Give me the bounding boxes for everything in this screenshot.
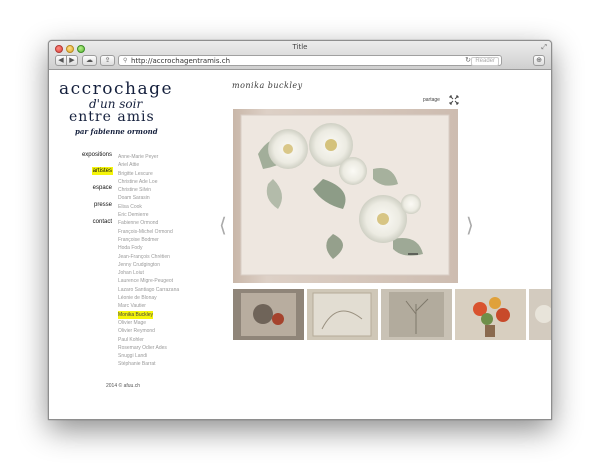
artist-list-item[interactable]: Johan Loiut (117, 269, 180, 277)
artist-name: François-Michel Ormond (118, 228, 173, 235)
thumbnail-1[interactable] (233, 289, 304, 340)
reader-button[interactable]: Reader (471, 57, 499, 66)
artist-list-item[interactable]: Brigitte Lescure (117, 170, 180, 178)
artist-name: Monika Buckley (118, 310, 154, 319)
main-painting-image[interactable] (233, 109, 458, 283)
forward-button[interactable]: ▶ (66, 55, 78, 66)
artist-name: Rosemary Odier Ades (118, 344, 167, 351)
artist-name: Fabienne Ormond (118, 220, 159, 227)
menu-item-expositions[interactable]: expositions (81, 151, 113, 159)
menu-item-espace[interactable]: espace (92, 184, 113, 192)
artist-list-item[interactable]: Christine Silvin (117, 186, 180, 194)
artist-list-item[interactable]: Snuggi Landi (117, 352, 180, 360)
previous-arrow-icon[interactable]: ⟨ (219, 215, 227, 235)
artist-list-item[interactable]: Françoise Bodmer (117, 236, 180, 244)
artist-list-item[interactable]: Olivier Mage (117, 319, 180, 327)
artist-name: Hoda Fody (118, 245, 143, 252)
thumbnail-2[interactable] (307, 289, 378, 340)
web-page: accrochage d'un soir entre amis par fabi… (49, 71, 552, 419)
thumbnail-5[interactable] (529, 289, 552, 340)
artist-list-item[interactable]: Hoda Fody (117, 244, 180, 252)
url-text[interactable]: http://accrochagentramis.ch (131, 57, 230, 65)
artist-name: Anne-Marie Peyer (118, 154, 159, 160)
artist-name: Elisa Cook (118, 203, 142, 210)
artist-list: Anne-Marie Peyer Ariel Attie Brigitte Lesc… (117, 153, 180, 369)
artist-list-item[interactable]: Doam Sarasin (117, 194, 180, 202)
artist-name: Léonie de Blonay (118, 295, 157, 302)
window-title: Title (292, 43, 308, 51)
artist-name: Olivier Mage (118, 319, 147, 326)
artist-list-item[interactable]: Anne-Marie Peyer (117, 153, 180, 161)
fullscreen-icon[interactable]: ⤢ (541, 44, 547, 52)
artist-name: Paul Kohler (118, 336, 144, 343)
footer-copyright: 2014 © afuu.ch (106, 383, 140, 389)
artist-name: Doam Sarasin (118, 195, 150, 202)
artist-name: Lazaro Santiago Carrazana (118, 286, 180, 293)
menu-item-contact[interactable]: contact (92, 218, 113, 226)
artist-list-item[interactable]: Paul Kohler (117, 336, 180, 344)
artist-name: Jean-François Chrétien (118, 253, 170, 260)
artist-list-item[interactable]: Lazaro Santiago Carrazana (117, 286, 180, 294)
logo-line-1: accrochage (59, 79, 174, 99)
artist-list-item[interactable]: Jean-François Chrétien (117, 253, 180, 261)
artist-name: Jenny Crudgington (118, 261, 160, 268)
artist-list-item[interactable]: Olivier Reymond (117, 327, 180, 335)
thumbnail-3[interactable] (381, 289, 452, 340)
next-arrow-icon[interactable]: ⟩ (466, 215, 474, 235)
artist-title: monika buckley (232, 81, 303, 90)
artist-list-item[interactable]: Fabienne Ormond (117, 219, 180, 227)
artist-name: Françoise Bodmer (118, 236, 159, 243)
artist-list-item[interactable]: Jenny Crudgington (117, 261, 180, 269)
logo-line-3: entre amis (69, 109, 155, 125)
artist-list-item[interactable]: Rosemary Odier Ades (117, 344, 180, 352)
share-label[interactable]: partage (423, 97, 440, 103)
menu-item-artistes[interactable]: artistes (91, 167, 113, 175)
title-bar: Title ⤢ ◀ ▶ ☁ ⇪ ⚲ http://accrochagentram… (49, 41, 551, 70)
artist-list-item[interactable]: Léonie de Blonay (117, 294, 180, 302)
artist-list-item[interactable]: Marc Vautier (117, 302, 180, 310)
downloads-button[interactable]: ⊕ (533, 55, 545, 66)
artist-name: Johan Loiut (118, 270, 144, 277)
artist-name: Christine Ade Loe (118, 178, 158, 185)
logo-subtitle: par fabienne ormond (75, 127, 158, 136)
menu-item-presse[interactable]: presse (93, 201, 113, 209)
artist-name: Olivier Reymond (118, 328, 155, 335)
artist-list-item[interactable]: Stéphanie Barrat (117, 360, 180, 368)
thumbnail-4[interactable] (455, 289, 526, 340)
artist-name: Marc Vautier (118, 303, 146, 310)
artist-name: Stéphanie Barrat (118, 361, 156, 368)
icloud-tabs-button[interactable]: ☁ (82, 55, 97, 66)
expand-icon[interactable] (449, 95, 459, 105)
share-button[interactable]: ⇪ (100, 55, 115, 66)
reload-icon[interactable]: ↻ (465, 56, 471, 64)
artist-list-item[interactable]: Christine Ade Loe (117, 178, 180, 186)
artist-name: Ariel Attie (118, 162, 140, 169)
artist-list-item[interactable]: Laurence Migre-Peugeot (117, 277, 180, 285)
artist-list-item[interactable]: Eric Demierre (117, 211, 180, 219)
artist-name: Brigitte Lescure (118, 170, 153, 177)
artist-name: Laurence Migre-Peugeot (118, 278, 174, 285)
artist-name: Christine Silvin (118, 187, 152, 194)
artist-list-item[interactable]: François-Michel Ormond (117, 228, 180, 236)
address-bar[interactable]: ⚲ http://accrochagentramis.ch ↻ Reader (118, 55, 502, 66)
page-icon: ⚲ (123, 58, 128, 64)
artist-name: Eric Demierre (118, 212, 149, 219)
thumbnail-strip (233, 289, 552, 340)
artist-list-item[interactable]: Ariel Attie (117, 161, 180, 169)
artist-name: Snuggi Landi (118, 353, 148, 360)
artist-list-item[interactable]: Elisa Cook (117, 203, 180, 211)
artist-list-item[interactable]: Monika Buckley (117, 310, 180, 319)
browser-window: Title ⤢ ◀ ▶ ☁ ⇪ ⚲ http://accrochagentram… (48, 40, 552, 420)
